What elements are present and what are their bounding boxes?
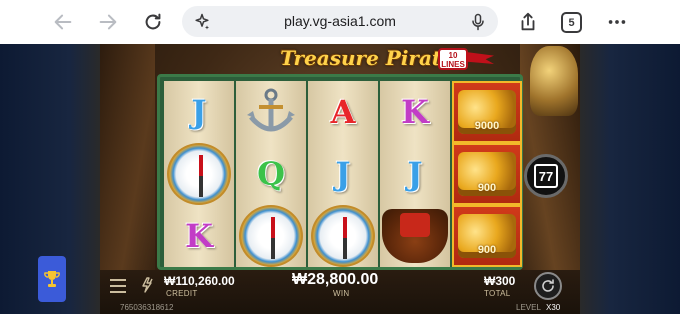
reel-cell <box>164 143 234 205</box>
reel-cell <box>236 81 306 143</box>
forward-arrow-icon[interactable] <box>94 8 122 36</box>
share-icon[interactable] <box>514 8 542 36</box>
win-value: ₩28,800.00 <box>292 271 379 288</box>
win-label: WIN <box>333 289 350 298</box>
menu-icon[interactable] <box>110 279 126 293</box>
coin-value: 900 <box>477 244 497 256</box>
credit-value: ₩110,260.00 <box>164 274 235 288</box>
brass-lamp <box>530 46 578 116</box>
reel-3: AJ <box>308 81 378 267</box>
tabs-button[interactable]: 5 <box>561 12 582 33</box>
refresh-spin-icon <box>542 279 554 292</box>
reel-cell: A <box>308 81 378 143</box>
reel-cell: Q <box>236 143 306 205</box>
gold-coins-symbol: 900 <box>458 214 516 258</box>
reel-cell <box>236 205 306 267</box>
symbol-letter: A <box>330 93 356 131</box>
reel-cell: J <box>164 81 234 143</box>
reel-grid: J K Q A J K J 9000 900 900 <box>157 74 523 270</box>
coin-value: 9000 <box>474 120 500 132</box>
game-round-id: 765036318612 <box>120 303 174 312</box>
total-bet-label: TOTAL <box>484 289 511 298</box>
free-spin-counter[interactable]: 77 <box>524 154 568 198</box>
more-options-icon[interactable] <box>603 8 631 36</box>
browser-toolbar: play.vg-asia1.com 5 <box>0 0 680 44</box>
lines-label: LINES <box>441 60 465 69</box>
spin-button[interactable] <box>534 272 562 300</box>
gold-coins-symbol: 900 <box>458 152 516 196</box>
compass-symbol <box>311 205 375 267</box>
address-bar[interactable]: play.vg-asia1.com <box>182 6 498 37</box>
url-text[interactable]: play.vg-asia1.com <box>284 13 396 29</box>
coin-value: 900 <box>477 182 497 194</box>
reel-cell: J <box>380 143 450 205</box>
free-spin-count: 77 <box>534 164 558 188</box>
lines-count: 10 <box>448 51 458 60</box>
slot-game: Treasure Pirate 10 LINES J K Q A J K J 9000 900 9… <box>100 44 580 314</box>
anchor-symbol <box>247 88 295 132</box>
compass-symbol <box>167 143 231 205</box>
pirate-ship-symbol <box>382 209 448 263</box>
trophy-button[interactable] <box>38 256 66 302</box>
symbol-letter: K <box>185 217 213 255</box>
reel-cell: 9000 <box>452 81 522 143</box>
reel-5: 9000 900 900 <box>452 81 522 267</box>
microphone-icon[interactable] <box>468 12 488 32</box>
reel-4: KJ <box>380 81 450 267</box>
compass-symbol <box>239 205 303 267</box>
reel-2: Q <box>236 81 306 267</box>
web-page: Treasure Pirate 10 LINES J K Q A J K J 9000 900 9… <box>0 44 680 314</box>
credit-label: CREDIT <box>166 289 198 298</box>
back-arrow-icon[interactable] <box>49 8 77 36</box>
reel-cell: K <box>380 81 450 143</box>
reel-cell: 900 <box>452 205 522 267</box>
gold-coins-symbol: 9000 <box>458 90 516 134</box>
symbol-letter: K <box>401 93 429 131</box>
total-bet-value[interactable]: ₩300 <box>484 274 515 288</box>
bottom-bar: ₩110,260.00 CREDIT ₩28,800.00 WIN ₩300 T… <box>100 270 580 314</box>
sparkle-icon[interactable] <box>192 12 212 32</box>
reel-cell <box>380 205 450 267</box>
symbol-letter: Q <box>257 155 285 193</box>
level-value: X30 <box>546 303 561 312</box>
reload-icon[interactable] <box>139 8 167 36</box>
reel-cell: J <box>308 143 378 205</box>
level-label: LEVEL <box>516 303 541 312</box>
reel-1: JK <box>164 81 234 267</box>
lines-badge: 10 LINES <box>438 48 468 70</box>
reel-cell: 900 <box>452 143 522 205</box>
reel-cell: K <box>164 205 234 267</box>
trophy-icon <box>44 271 60 287</box>
symbol-letter: J <box>407 155 423 193</box>
symbol-letter: J <box>191 93 207 131</box>
right-background <box>580 44 680 314</box>
reel-cell <box>308 205 378 267</box>
symbol-letter: J <box>335 155 351 193</box>
turbo-icon[interactable] <box>138 276 158 296</box>
